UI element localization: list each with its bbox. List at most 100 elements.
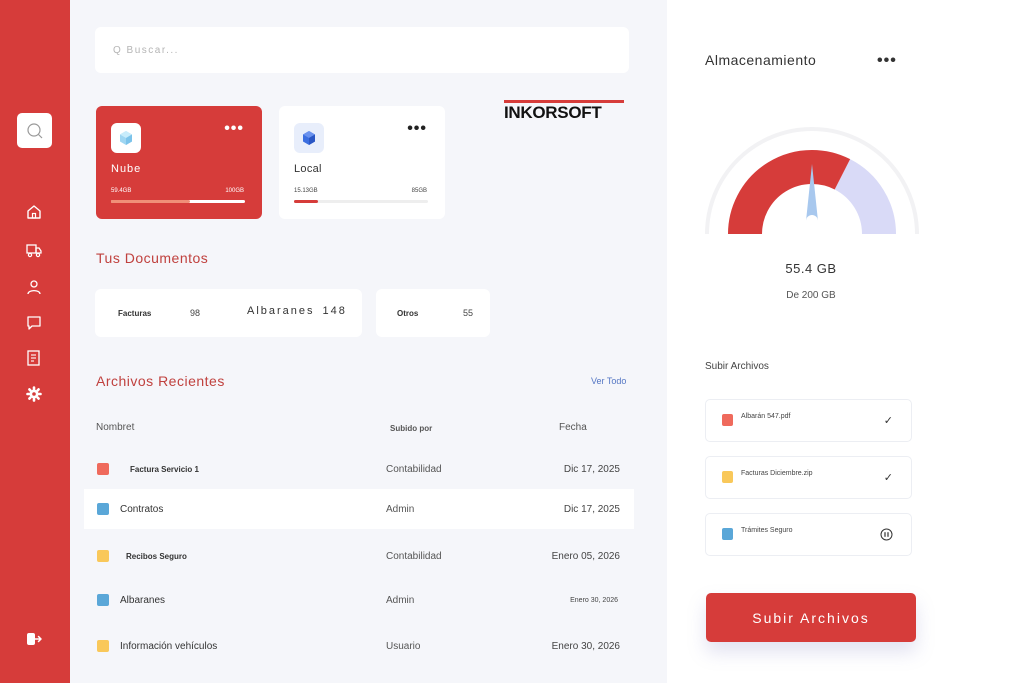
storage-card-local[interactable]: ••• Local 15.13GB 85GB: [279, 106, 445, 219]
column-header-date[interactable]: Fecha: [559, 422, 587, 433]
card-options-icon[interactable]: •••: [407, 120, 427, 138]
check-icon: ✓: [883, 415, 893, 427]
file-name: Factura Servicio 1: [130, 465, 199, 474]
upload-item[interactable]: Albarán 547.pdf ✓: [705, 399, 912, 442]
doc-tile-others[interactable]: Otros 55: [376, 289, 490, 337]
gauge-used-arc: [728, 150, 851, 235]
search-bar[interactable]: [95, 27, 629, 73]
sidebar-item-documents[interactable]: [24, 348, 44, 368]
inkorsoft-logo: INKORSOFT: [504, 98, 624, 127]
table-row[interactable]: Albaranes Admin Enero 30, 2026: [84, 580, 634, 620]
documents-title: Tus Documentos: [96, 250, 209, 266]
file-name: Albaranes: [120, 595, 166, 606]
storage-card-cloud[interactable]: ••• Nube 59.4GB 100GB: [96, 106, 262, 219]
doc-tile-count: 98: [189, 308, 200, 318]
cloud-cube-icon: [111, 123, 141, 153]
sidebar-item-users[interactable]: [24, 277, 44, 297]
table-row[interactable]: Información vehículos Usuario Enero 30, …: [84, 626, 634, 666]
see-all-link[interactable]: Ver Todo: [591, 376, 626, 386]
file-name: Información vehículos: [120, 641, 218, 652]
table-row[interactable]: Recibos Seguro Contabilidad Enero 05, 20…: [84, 536, 634, 576]
doc-tile-label: Otros: [397, 308, 419, 318]
sidebar-item-home[interactable]: [24, 202, 44, 222]
logout-button[interactable]: [24, 629, 44, 649]
chat-icon: [27, 316, 41, 330]
storage-panel: Almacenamiento ••• 55.4 GB De 200 GB Sub…: [667, 0, 1024, 683]
sidebar: [0, 0, 70, 683]
sidebar-item-deliveries[interactable]: [24, 240, 44, 260]
home-icon: [27, 205, 41, 219]
doc-tile-invoices[interactable]: Facturas 98: [95, 289, 250, 337]
upload-file-name: Albarán 547.pdf: [741, 413, 791, 420]
upload-file-name: Facturas Diciembre.zip: [741, 470, 813, 477]
logout-icon: [27, 633, 42, 645]
card-name: Local: [294, 163, 322, 175]
pdf-icon: [722, 414, 733, 426]
search-icon: [26, 122, 42, 138]
file-uploaded-by: Usuario: [386, 641, 421, 652]
folder-icon: [97, 640, 109, 652]
file-date: Enero 30, 2026: [570, 597, 618, 604]
folder-icon: [97, 594, 109, 606]
file-date: Dic 17, 2025: [563, 464, 620, 475]
table-row[interactable]: Factura Servicio 1 Contabilidad Dic 17, …: [84, 449, 634, 489]
svg-text:INKORSOFT: INKORSOFT: [504, 103, 602, 122]
doc-tile-label: Facturas: [118, 308, 152, 318]
zip-icon: [722, 471, 733, 483]
card-progress-bar: [111, 200, 245, 203]
gauge-secondary-arc: [833, 159, 896, 235]
file-name: Recibos Seguro: [126, 552, 187, 561]
file-uploaded-by: Admin: [386, 504, 415, 515]
folder-icon: [722, 528, 733, 540]
file-uploaded-by: Contabilidad: [386, 464, 442, 475]
file-date: Dic 17, 2025: [563, 504, 620, 515]
pdf-icon: [97, 463, 109, 475]
file-uploaded-by: Admin: [386, 595, 415, 606]
file-date: Enero 30, 2026: [551, 641, 620, 652]
upload-files-button[interactable]: Subir Archivos: [706, 593, 916, 642]
card-total: 100GB: [225, 188, 244, 194]
doc-tile-label: Albaranes: [247, 304, 315, 317]
card-name: Nube: [111, 163, 142, 175]
card-used: 15.13GB: [294, 188, 318, 194]
column-header-uploaded-by[interactable]: Subido por: [390, 424, 432, 433]
local-cube-icon: [294, 123, 324, 153]
upload-item[interactable]: Facturas Diciembre.zip ✓: [705, 456, 912, 499]
gauge-hub: [806, 215, 818, 227]
upload-item[interactable]: Trámites Seguro: [705, 513, 912, 556]
card-progress-bar: [294, 200, 428, 203]
folder-icon: [97, 503, 109, 515]
file-date: Enero 05, 2026: [551, 551, 620, 562]
truck-icon: [26, 244, 42, 258]
folder-icon: [97, 550, 109, 562]
card-total: 85GB: [411, 188, 427, 194]
pause-icon[interactable]: [880, 528, 893, 544]
card-progress-fill: [111, 200, 191, 203]
document-icon: [27, 350, 40, 366]
table-row[interactable]: Contratos Admin Dic 17, 2025: [84, 489, 634, 529]
main-content: ••• Nube 59.4GB 100GB ••• Local 15.13GB …: [70, 0, 667, 683]
storage-title: Almacenamiento: [705, 52, 817, 68]
file-name: Contratos: [120, 504, 164, 515]
check-icon: ✓: [883, 472, 893, 484]
user-icon: [27, 280, 41, 295]
upload-file-name: Trámites Seguro: [741, 527, 793, 534]
storage-used: 55.4 GB: [785, 261, 837, 276]
column-header-name[interactable]: Nombret: [96, 422, 134, 433]
gear-icon: [26, 386, 42, 402]
recent-files-title: Archivos Recientes: [96, 373, 225, 389]
sidebar-item-messages[interactable]: [24, 313, 44, 333]
file-uploaded-by: Contabilidad: [386, 551, 442, 562]
app: ••• Nube 59.4GB 100GB ••• Local 15.13GB …: [0, 0, 1024, 683]
search-input[interactable]: [113, 44, 593, 56]
sidebar-item-settings[interactable]: [24, 384, 44, 404]
card-used: 59.4GB: [111, 188, 132, 194]
uploads-title: Subir Archivos: [705, 361, 769, 372]
card-progress-fill: [294, 200, 319, 203]
storage-total: De 200 GB: [786, 290, 836, 301]
sidebar-search-button[interactable]: [17, 113, 52, 148]
storage-options-icon[interactable]: •••: [877, 52, 897, 70]
card-options-icon[interactable]: •••: [224, 120, 244, 138]
doc-tile-delivery-notes[interactable]: Albaranes 148: [235, 289, 362, 337]
doc-tile-count: 148: [322, 304, 347, 317]
